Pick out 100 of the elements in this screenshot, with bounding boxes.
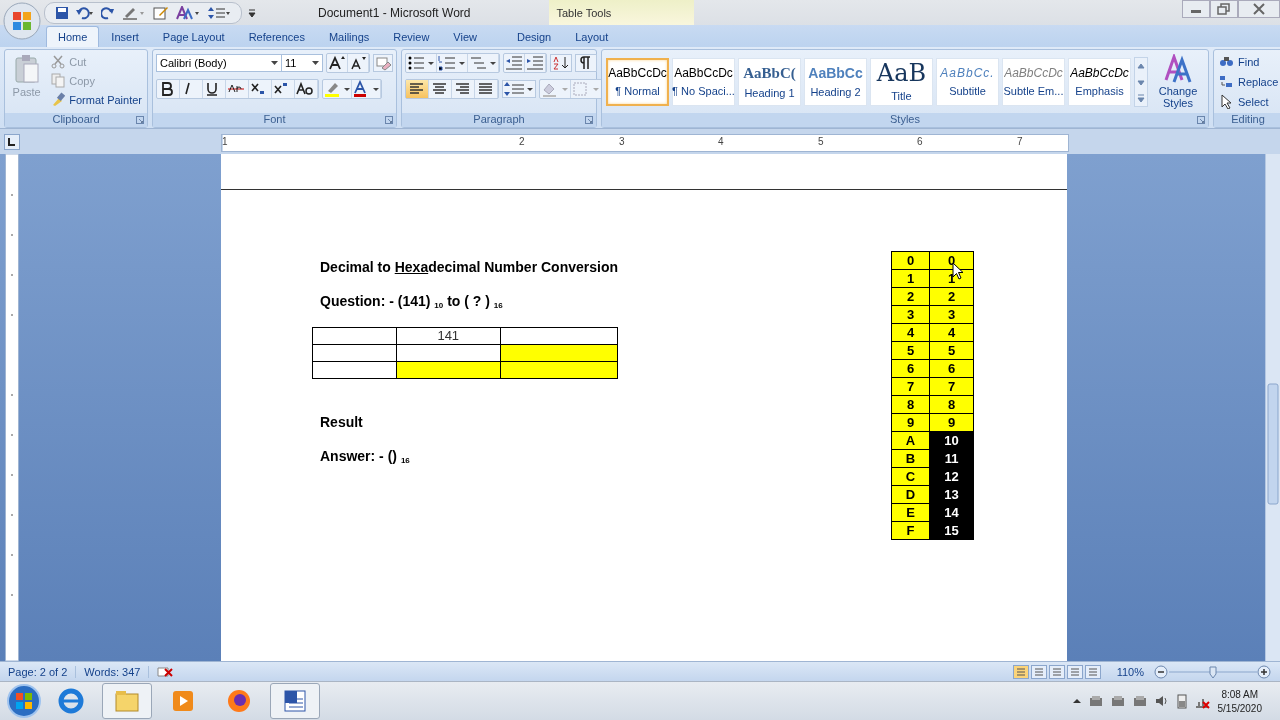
zoom-slider[interactable]: [1154, 664, 1272, 679]
proofing-icon[interactable]: [155, 664, 176, 679]
ribbon-tab[interactable]: Review: [381, 26, 442, 47]
ruler-number: 3: [619, 135, 625, 147]
ribbon-tab[interactable]: Page Layout: [150, 26, 237, 47]
pointer-icon: [1219, 94, 1234, 109]
ruler-number: 4: [718, 135, 724, 147]
binoculars-icon: [1219, 54, 1234, 69]
question-text: Question: - (141) $_{10}$ to ( ? ) $_{16}$: [320, 292, 504, 310]
close-icon[interactable]: [1238, 0, 1280, 18]
scissors-icon: [51, 54, 66, 69]
grow-font-icon[interactable]: [327, 54, 348, 72]
redo-icon[interactable]: [101, 5, 115, 20]
change-case-icon[interactable]: [295, 80, 318, 98]
ribbon-tab[interactable]: Insert: [99, 26, 151, 47]
horizontal-ruler[interactable]: 1 2 3 4 5 6 7: [221, 133, 1069, 152]
table-cell: 0: [929, 251, 974, 270]
dropdown-arrow-icon[interactable]: [312, 61, 319, 65]
tab-selector-icon[interactable]: [4, 133, 20, 150]
style-preset[interactable]: AaBbCcDc ¶ No Spaci...: [672, 57, 735, 106]
restore-icon[interactable]: [1210, 0, 1238, 18]
ruler-number: 5: [818, 135, 824, 147]
table-cell: 0: [891, 251, 930, 270]
ruler-number: 1: [222, 135, 228, 147]
edit-document-icon[interactable]: [153, 5, 169, 20]
paintbrush-icon: [51, 92, 66, 107]
clipboard-icon: [13, 54, 40, 84]
style-preset[interactable]: AaBbCcDc Subtle Em...: [1002, 57, 1065, 106]
copy-icon: [51, 73, 66, 88]
highlighter-icon[interactable]: [323, 80, 352, 98]
find-button[interactable]: Find: [1217, 53, 1280, 70]
pen-icon[interactable]: [122, 5, 146, 20]
dialog-launcher-icon[interactable]: [136, 116, 144, 124]
ruler-number: 6: [917, 135, 923, 147]
ruler-number: 2: [519, 135, 525, 147]
style-preset[interactable]: AaBbC( Heading 1: [738, 57, 801, 106]
ribbon-tab[interactable]: Layout: [563, 26, 621, 47]
zoom-level[interactable]: 110%: [1108, 665, 1152, 678]
context-tab-label: Table Tools: [548, 0, 694, 25]
result-label: Result: [320, 413, 364, 430]
ribbon-tab[interactable]: Mailings: [316, 26, 382, 47]
ribbon-tab[interactable]: Home: [46, 26, 100, 47]
dialog-launcher-icon[interactable]: [1197, 116, 1205, 124]
font-style-icon[interactable]: [176, 5, 200, 20]
numbering-icon[interactable]: [437, 54, 468, 72]
font-size-field[interactable]: 11: [281, 54, 323, 72]
pilcrow-icon[interactable]: [575, 54, 597, 72]
style-preset[interactable]: AaBbCc. Subtitle: [936, 57, 999, 106]
font-name-field[interactable]: Calibri (Body): [156, 54, 282, 72]
answer-text: Answer: - () $_{16}$: [320, 447, 411, 465]
group-label: Paragraph: [473, 113, 525, 125]
clock-date[interactable]: 5/15/2020: [1217, 702, 1262, 714]
gallery-scroll-icon[interactable]: [1134, 56, 1148, 107]
style-preset[interactable]: AaB Title: [870, 57, 933, 106]
undo-icon[interactable]: [76, 5, 94, 20]
sort-icon[interactable]: [550, 54, 572, 72]
ruler-number: 7: [1017, 135, 1023, 147]
dialog-launcher-icon[interactable]: [585, 116, 593, 124]
subscript-icon[interactable]: [249, 80, 272, 98]
page-count[interactable]: Page: 2 of 2: [0, 665, 77, 678]
styles-letter-icon: [1163, 54, 1193, 84]
group-label: Editing: [1231, 113, 1265, 125]
clock-time[interactable]: 8:08 AM: [1221, 688, 1259, 700]
vertical-scrollbar[interactable]: [1265, 153, 1280, 661]
ribbon-tab[interactable]: Design: [505, 26, 564, 47]
font-color-icon[interactable]: [352, 80, 381, 98]
group-label: Font: [263, 113, 286, 125]
bullets-icon[interactable]: [406, 54, 437, 72]
document-heading: Decimal to Hexadecimal Number Conversion: [320, 258, 618, 275]
style-preset[interactable]: AaBbCcDc Emphasis: [1068, 57, 1131, 106]
line-spacing-icon[interactable]: [502, 80, 536, 98]
decrease-indent-icon[interactable]: [504, 54, 525, 72]
word-count[interactable]: Words: 347: [76, 665, 150, 678]
dialog-launcher-icon[interactable]: [385, 116, 393, 124]
battery-icon[interactable]: [1175, 693, 1188, 710]
ribbon-tab[interactable]: References: [236, 26, 317, 47]
table-cell: 141: [396, 327, 501, 345]
window-title: Document1 - Microsoft Word: [318, 5, 471, 20]
style-preset[interactable]: AaBbCc Heading 2: [804, 57, 867, 106]
shrink-font-icon[interactable]: [348, 54, 369, 72]
replace-icon: [1219, 74, 1234, 89]
align-left-icon[interactable]: [406, 80, 429, 98]
superscript-icon[interactable]: [272, 80, 295, 98]
replace-button[interactable]: Replace: [1217, 73, 1280, 90]
line-spacing-icon[interactable]: [207, 5, 231, 20]
browser-icon[interactable]: [57, 687, 85, 716]
dropdown-arrow-icon[interactable]: [271, 61, 278, 65]
select-button[interactable]: Select: [1217, 93, 1280, 110]
format-painter-button[interactable]: Format Painter: [49, 91, 144, 108]
ribbon-tab[interactable]: View: [441, 26, 489, 47]
style-preset[interactable]: AaBbCcDc ¶ Normal: [606, 57, 669, 106]
change-styles-button[interactable]: Change Styles: [1152, 53, 1204, 110]
customize-toolbar-icon[interactable]: [248, 7, 256, 18]
group-label: Clipboard: [52, 113, 100, 125]
multilevel-list-icon[interactable]: [468, 54, 499, 72]
increase-indent-icon[interactable]: [525, 54, 546, 72]
minimize-icon[interactable]: [1182, 0, 1210, 18]
group-label: Styles: [890, 113, 920, 125]
strikethrough-icon[interactable]: [226, 80, 249, 98]
save-icon[interactable]: [55, 5, 69, 20]
